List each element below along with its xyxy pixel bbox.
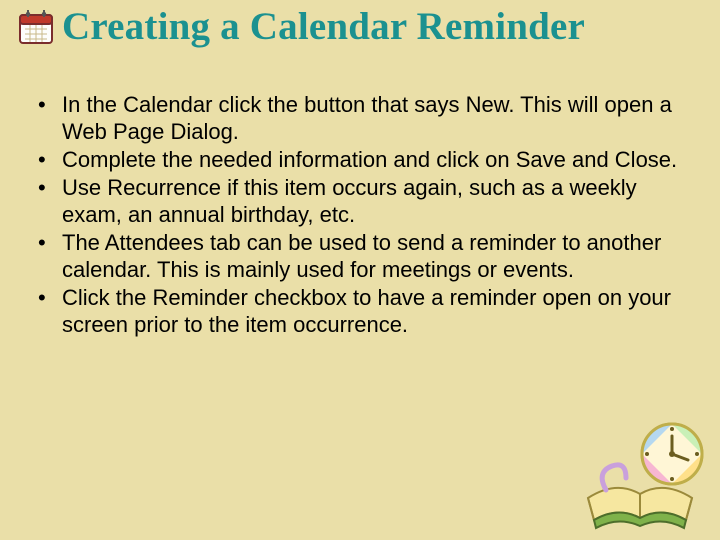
bullet-list: In the Calendar click the button that sa… [26,91,696,338]
slide-body: In the Calendar click the button that sa… [0,49,720,338]
clock-book-clipart-icon [576,402,706,532]
list-item: Complete the needed information and clic… [26,146,696,173]
title-row: Creating a Calendar Reminder [0,0,720,49]
list-item: Click the Reminder checkbox to have a re… [26,284,696,338]
slide: Creating a Calendar Reminder In the Cale… [0,0,720,540]
list-item: The Attendees tab can be used to send a … [26,229,696,283]
slide-title: Creating a Calendar Reminder [62,4,585,49]
list-item: In the Calendar click the button that sa… [26,91,696,145]
calendar-icon [16,7,56,47]
list-item: Use Recurrence if this item occurs again… [26,174,696,228]
